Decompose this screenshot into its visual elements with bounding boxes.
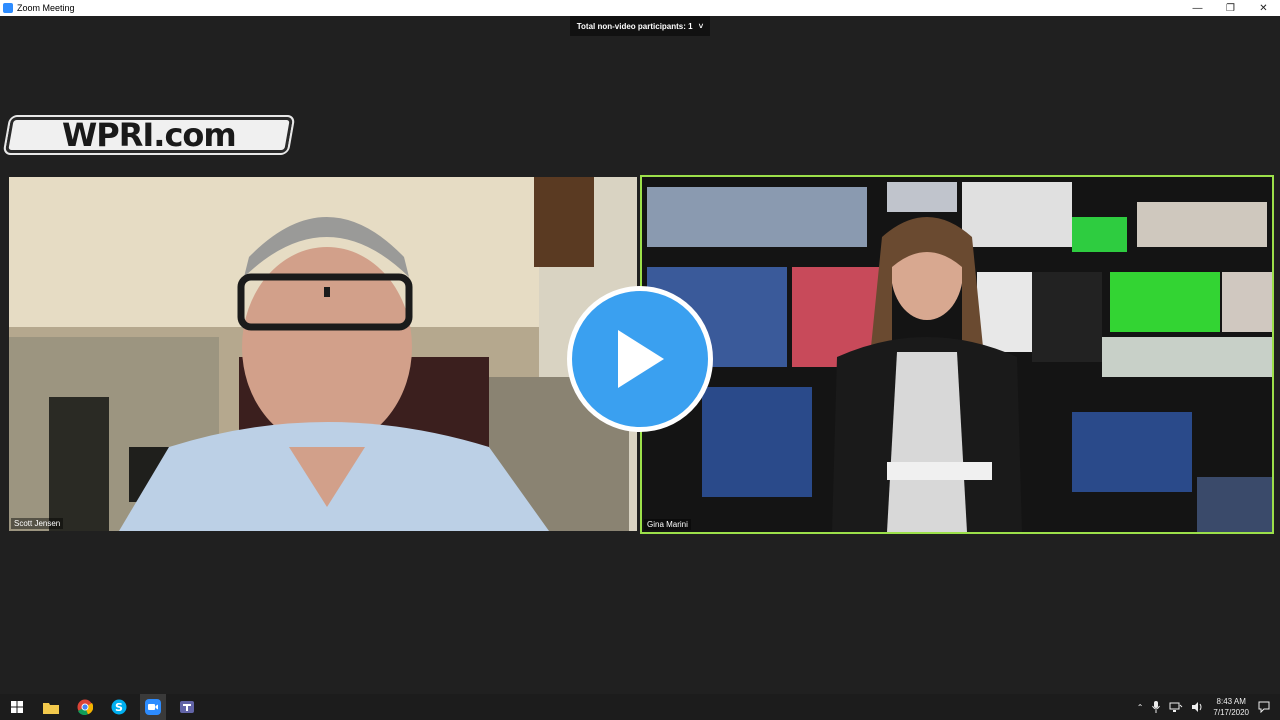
participant-name-tag: Scott Jensen	[11, 518, 64, 529]
svg-text:S: S	[115, 701, 123, 714]
windows-start-icon[interactable]	[4, 694, 30, 720]
close-button[interactable]: ✕	[1247, 0, 1280, 16]
video-frame-right	[642, 177, 1272, 532]
wpri-logo-text: WPRI.com	[62, 116, 236, 154]
chrome-icon[interactable]	[72, 694, 98, 720]
file-explorer-icon[interactable]	[38, 694, 64, 720]
play-button[interactable]	[567, 286, 713, 432]
clock-time: 8:43 AM	[1216, 697, 1246, 706]
windows-taskbar: S ⌃ 8:43 AM 7/17/2020	[0, 694, 1280, 720]
video-tile-scott-jensen[interactable]: Scott Jensen	[9, 177, 637, 531]
clock-date: 7/17/2020	[1213, 708, 1249, 717]
non-video-participants-dropdown[interactable]: Total non-video participants: 1 ˅	[570, 16, 710, 36]
zoom-app-icon	[3, 3, 13, 13]
network-icon[interactable]	[1169, 702, 1183, 712]
play-icon	[618, 330, 664, 388]
video-tile-gina-marini[interactable]: Gina Marini	[640, 175, 1274, 534]
chevron-down-icon: ˅	[698, 21, 704, 31]
skype-icon[interactable]: S	[106, 694, 132, 720]
participant-name-tag: Gina Marini	[644, 519, 691, 530]
window-title: Zoom Meeting	[17, 3, 75, 13]
video-frame-left	[9, 177, 637, 531]
window-titlebar: Zoom Meeting — ❐ ✕	[0, 0, 1280, 16]
chevron-up-icon[interactable]: ⌃	[1137, 703, 1144, 712]
restore-button[interactable]: ❐	[1214, 0, 1247, 16]
microphone-icon[interactable]	[1152, 701, 1161, 713]
system-tray: ⌃ 8:43 AM 7/17/2020	[1137, 696, 1280, 718]
zoom-icon[interactable]	[140, 694, 166, 720]
taskbar-clock[interactable]: 8:43 AM 7/17/2020	[1213, 696, 1249, 718]
wpri-logo: WPRI.com	[4, 116, 294, 154]
notifications-icon[interactable]	[1258, 701, 1270, 713]
participants-label: Total non-video participants: 1	[576, 21, 693, 31]
minimize-button[interactable]: —	[1181, 0, 1214, 16]
teams-icon[interactable]	[174, 694, 200, 720]
volume-icon[interactable]	[1192, 702, 1204, 712]
